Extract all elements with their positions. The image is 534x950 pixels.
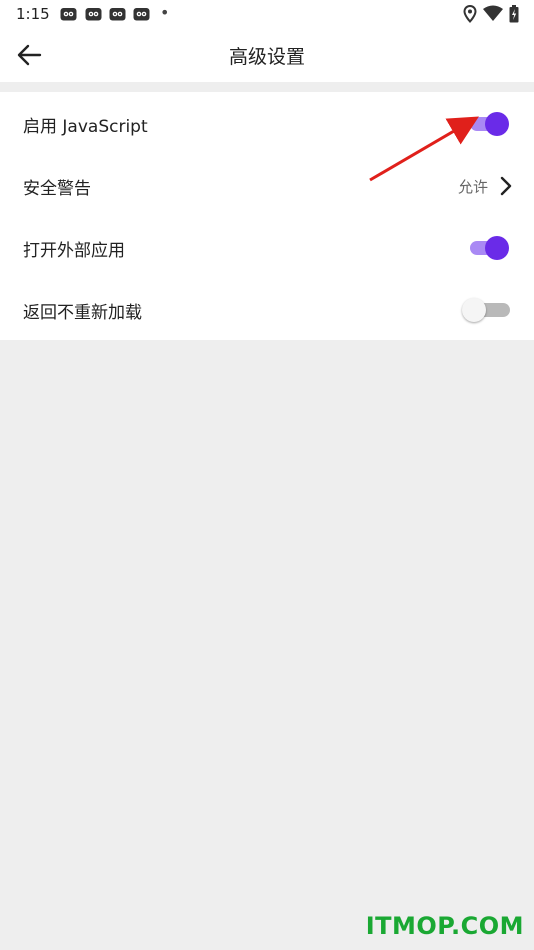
- setting-label: 启用 JavaScript: [23, 117, 148, 137]
- page-title: 高级设置: [228, 46, 305, 68]
- setting-open-external-apps[interactable]: 打开外部应用: [0, 216, 534, 278]
- section-divider: [0, 82, 534, 92]
- app-bar: 高级设置: [0, 28, 534, 82]
- notification-icon: [85, 8, 102, 21]
- external-apps-toggle[interactable]: [470, 236, 510, 260]
- wifi-icon: [483, 5, 503, 21]
- notification-icon: [133, 8, 150, 21]
- setting-label: 返回不重新加载: [23, 303, 142, 323]
- status-more-dot: •: [160, 3, 170, 22]
- notification-icon: [60, 8, 77, 21]
- setting-no-reload-on-back[interactable]: 返回不重新加载: [0, 278, 534, 340]
- toggle-thumb: [485, 236, 509, 260]
- no-reload-toggle[interactable]: [462, 298, 510, 322]
- red-arrow-icon: [369, 116, 479, 182]
- toggle-thumb: [485, 112, 509, 136]
- location-icon: [463, 5, 477, 23]
- chevron-right-icon: [500, 176, 512, 196]
- notification-icon: [109, 8, 126, 21]
- status-time: 1:15: [16, 5, 50, 23]
- toggle-thumb: [462, 298, 486, 322]
- battery-icon: [509, 5, 519, 23]
- status-bar: 1:15 •: [0, 0, 534, 28]
- setting-label: 安全警告: [23, 179, 91, 199]
- watermark: ITMOP.COM: [365, 912, 524, 940]
- setting-label: 打开外部应用: [23, 241, 125, 261]
